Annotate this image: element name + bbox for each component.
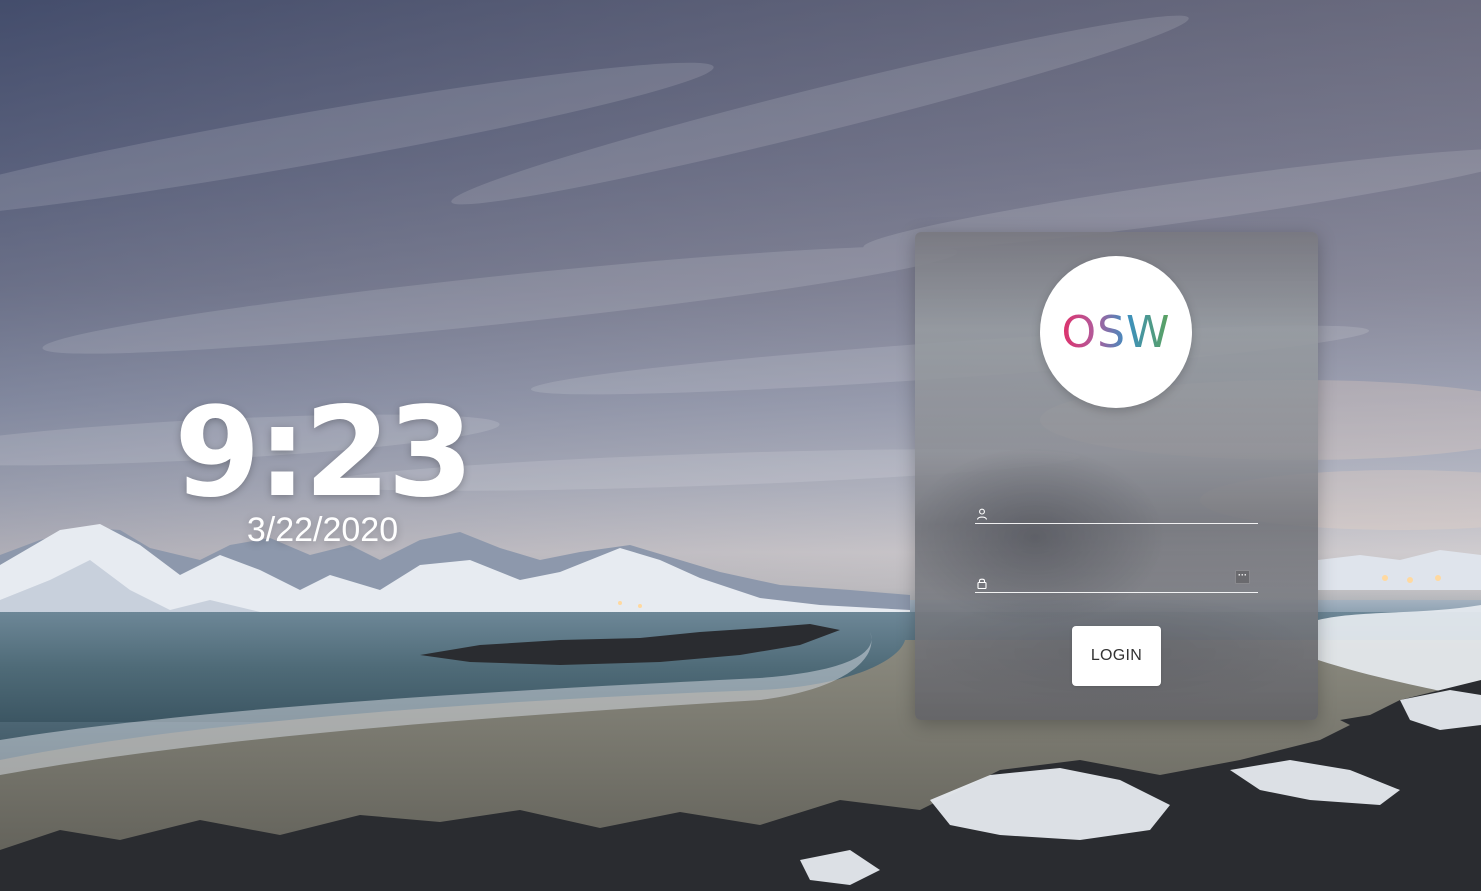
osw-logo: OSW <box>1040 256 1192 408</box>
password-reveal-icon[interactable]: ··· <box>1235 570 1250 584</box>
clock-time: 9:23 <box>174 381 473 525</box>
logo-text: OSW <box>1061 306 1171 358</box>
lock-screen-clock: 9:23 3/22/2020 <box>150 388 495 548</box>
login-button[interactable]: LOGIN <box>1072 626 1161 686</box>
user-icon <box>976 508 988 520</box>
lock-icon <box>977 578 987 589</box>
username-field <box>975 499 1258 524</box>
password-field: ··· <box>975 568 1258 593</box>
login-panel: OSW ··· LOGIN <box>915 232 1318 720</box>
username-input[interactable] <box>995 500 1234 522</box>
password-input[interactable] <box>995 569 1234 591</box>
